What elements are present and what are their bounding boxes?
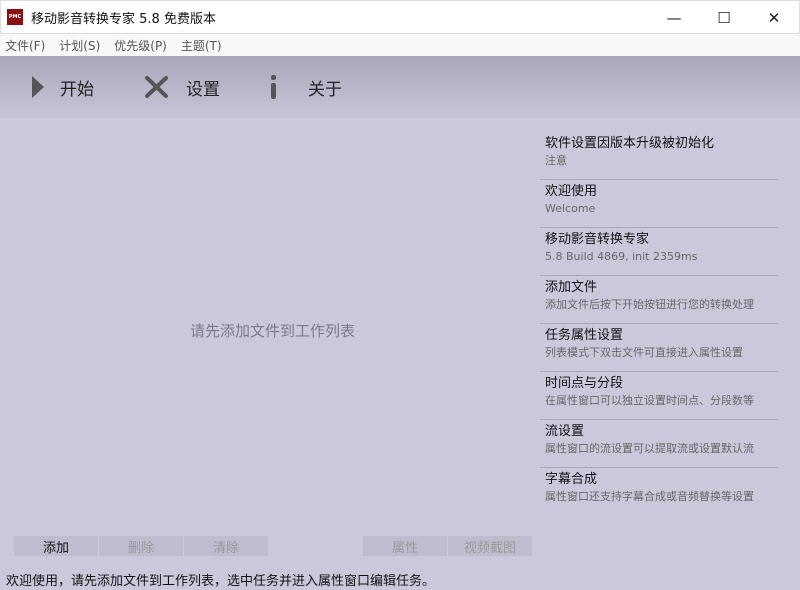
- menu-file[interactable]: 文件(F): [5, 37, 45, 54]
- tools-icon: [145, 76, 168, 98]
- start-button[interactable]: 开始: [30, 75, 94, 100]
- tip-subtitle: Welcome: [545, 202, 596, 215]
- tip-title: 欢迎使用: [545, 184, 598, 199]
- tip-subtitle: 在属性窗口可以独立设置时间点、分段数等: [545, 394, 754, 407]
- tip-subtitle: 注意: [545, 154, 567, 167]
- tip-subtitle: 添加文件后按下开始按钮进行您的转换处理: [545, 298, 754, 311]
- tip-item: 软件设置因版本升级被初始化 注意: [540, 132, 778, 180]
- tip-title: 时间点与分段: [545, 376, 624, 391]
- maximize-button[interactable]: ☐: [699, 1, 749, 35]
- play-icon: [32, 76, 44, 98]
- tips-panel: 软件设置因版本升级被初始化 注意 欢迎使用 Welcome 移动影音转换专家 5.8 …: [540, 132, 778, 516]
- about-button[interactable]: 关于: [268, 74, 342, 100]
- menu-bar: 文件(F) 计划(S) 优先级(P) 主题(T): [0, 34, 800, 56]
- menu-priority[interactable]: 优先级(P): [114, 37, 167, 54]
- menu-theme[interactable]: 主题(T): [181, 37, 222, 54]
- tip-title: 软件设置因版本升级被初始化: [545, 136, 715, 151]
- close-button[interactable]: ✕: [749, 1, 799, 35]
- clear-button[interactable]: 清除: [184, 536, 268, 556]
- add-button[interactable]: 添加: [14, 536, 98, 556]
- tip-item: 流设置属性窗口的流设置可以提取流或设置默认流: [540, 420, 778, 468]
- tip-subtitle: 列表模式下双击文件可直接进入属性设置: [545, 346, 743, 359]
- about-label: 关于: [308, 79, 342, 100]
- delete-button[interactable]: 删除: [99, 536, 183, 556]
- properties-button[interactable]: 属性: [363, 536, 447, 556]
- screenshot-button[interactable]: 视频截图: [448, 536, 532, 556]
- tip-item: 字幕合成属性窗口还支持字幕合成或音频替换等设置: [540, 468, 778, 516]
- tip-title: 流设置: [545, 424, 585, 439]
- toolbar: 开始 设置 关于: [0, 56, 800, 118]
- tip-title: 任务属性设置: [545, 328, 624, 343]
- tip-subtitle: 5.8 Build 4869, init 2359ms: [545, 250, 698, 263]
- tip-item: 欢迎使用 Welcome: [540, 180, 778, 228]
- tip-title: 字幕合成: [545, 472, 598, 487]
- title-bar: PMC 移动影音转换专家 5.8 免费版本 — ☐ ✕: [0, 0, 800, 34]
- settings-button[interactable]: 设置: [142, 74, 220, 100]
- settings-label: 设置: [186, 79, 220, 100]
- window-title: 移动影音转换专家 5.8 免费版本: [31, 11, 216, 27]
- tip-item: 任务属性设置列表模式下双击文件可直接进入属性设置: [540, 324, 778, 372]
- tip-subtitle: 属性窗口的流设置可以提取流或设置默认流: [545, 442, 754, 455]
- app-logo-icon: PMC: [7, 9, 23, 25]
- minimize-button[interactable]: —: [649, 1, 699, 35]
- tip-title: 移动影音转换专家: [545, 232, 650, 247]
- empty-list-message: 请先添加文件到工作列表: [189, 322, 355, 340]
- start-label: 开始: [60, 79, 94, 100]
- tip-subtitle: 属性窗口还支持字幕合成或音频替换等设置: [545, 490, 754, 503]
- status-bar: 欢迎使用，请先添加文件到工作列表，选中任务并进入属性窗口编辑任务。: [6, 574, 436, 589]
- tip-title: 添加文件: [545, 280, 598, 295]
- tip-item: 添加文件添加文件后按下开始按钮进行您的转换处理: [540, 276, 778, 324]
- tip-item: 移动影音转换专家 5.8 Build 4869, init 2359ms: [540, 228, 778, 276]
- info-icon: [271, 75, 276, 99]
- menu-schedule[interactable]: 计划(S): [59, 37, 100, 54]
- tip-item: 时间点与分段在属性窗口可以独立设置时间点、分段数等: [540, 372, 778, 420]
